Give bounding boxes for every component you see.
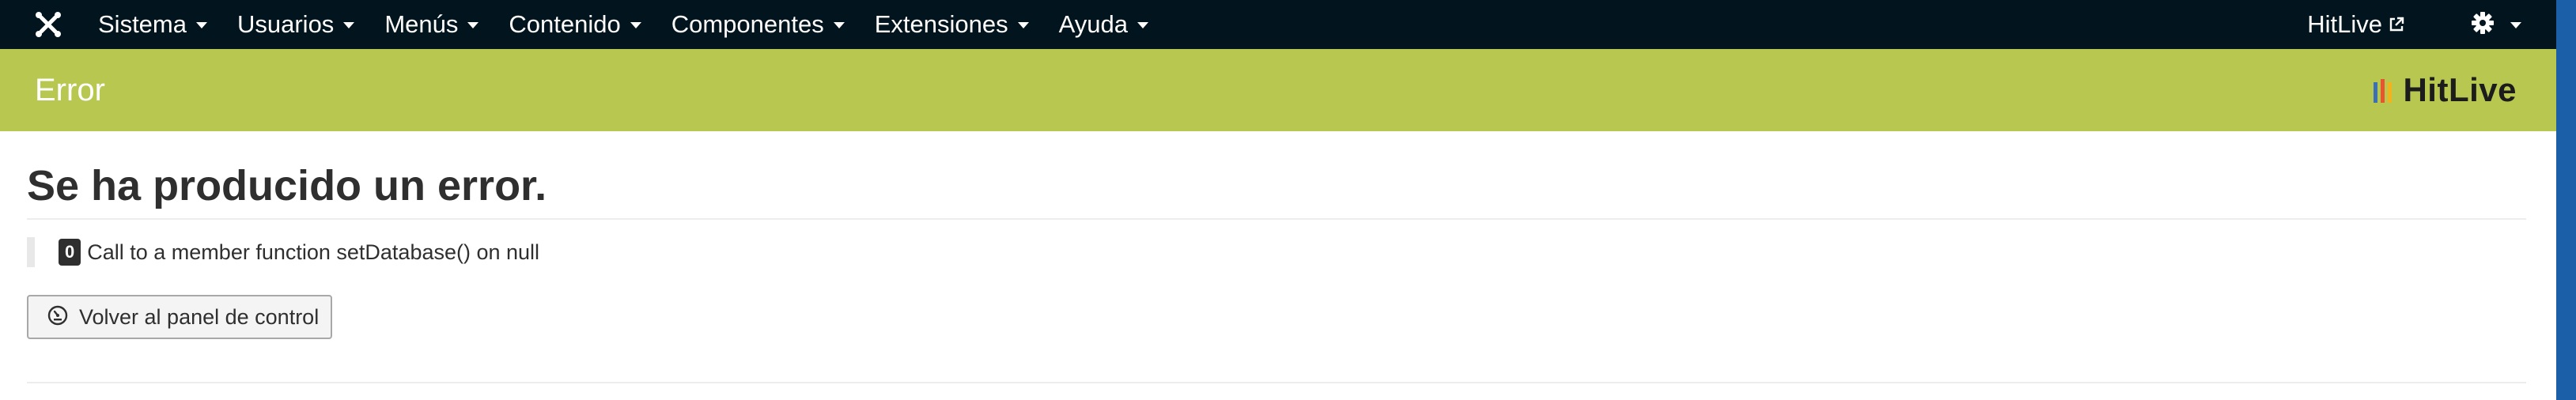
back-button-label: Volver al panel de control xyxy=(79,304,320,329)
caret-down-icon xyxy=(1017,22,1029,28)
dashboard-icon xyxy=(47,305,68,330)
caret-down-icon xyxy=(467,22,479,28)
navbar-right: HitLive xyxy=(2307,10,2556,39)
admin-window: Sistema Usuarios Menús Contenido Compone… xyxy=(0,0,2556,400)
brand-logo: HitLive xyxy=(2374,71,2517,109)
background-window-edge xyxy=(2556,0,2576,400)
menu-label: Usuarios xyxy=(236,10,335,38)
menu-label: Extensiones xyxy=(874,10,1008,38)
joomla-icon[interactable] xyxy=(33,9,63,40)
gear-icon xyxy=(2471,11,2495,39)
page-header: Error HitLive xyxy=(0,49,2556,131)
error-message-block: 0 Call to a member function setDatabase(… xyxy=(27,237,539,267)
error-code-badge: 0 xyxy=(59,239,81,266)
error-title: Se ha producido un error. xyxy=(27,162,547,209)
error-message: Call to a member function setDatabase() … xyxy=(87,240,540,264)
page-header-title: Error xyxy=(35,72,105,108)
divider xyxy=(27,218,2526,220)
menu-extensiones[interactable]: Extensiones xyxy=(875,10,1029,39)
menu-usuarios[interactable]: Usuarios xyxy=(236,10,355,39)
external-link-icon xyxy=(2389,10,2404,39)
top-navbar: Sistema Usuarios Menús Contenido Compone… xyxy=(0,0,2556,49)
menu-componentes[interactable]: Componentes xyxy=(671,10,845,39)
menu-sistema[interactable]: Sistema xyxy=(98,10,207,39)
brand-name: HitLive xyxy=(2403,71,2517,108)
menu-label: Menús xyxy=(384,10,459,38)
site-link[interactable]: HitLive xyxy=(2307,10,2404,39)
caret-down-icon xyxy=(1137,22,1148,28)
caret-down-icon xyxy=(630,22,641,28)
brand-bars-icon xyxy=(2374,77,2395,103)
menu-label: Componentes xyxy=(671,10,824,38)
settings-menu[interactable] xyxy=(2471,11,2521,39)
caret-down-icon xyxy=(195,22,207,28)
caret-down-icon xyxy=(833,22,845,28)
menu-label: Contenido xyxy=(509,10,621,38)
menu-menus[interactable]: Menús xyxy=(384,10,479,39)
divider xyxy=(27,382,2526,383)
menu-label: Sistema xyxy=(98,10,187,38)
menu-ayuda[interactable]: Ayuda xyxy=(1059,10,1148,39)
menu-contenido[interactable]: Contenido xyxy=(509,10,641,39)
page: Sistema Usuarios Menús Contenido Compone… xyxy=(0,0,2576,400)
caret-down-icon xyxy=(2510,22,2521,28)
caret-down-icon xyxy=(343,22,355,28)
menu-label: Ayuda xyxy=(1058,10,1128,38)
back-to-dashboard-button[interactable]: Volver al panel de control xyxy=(27,295,332,339)
site-link-label: HitLive xyxy=(2307,10,2382,38)
